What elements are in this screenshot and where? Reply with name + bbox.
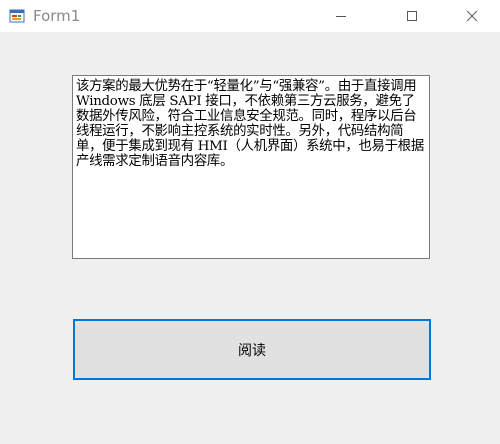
read-button[interactable]: 阅读 <box>73 319 431 380</box>
close-icon <box>466 7 478 26</box>
maximize-button[interactable] <box>389 0 435 32</box>
winforms-app-icon <box>9 8 25 24</box>
minimize-button[interactable] <box>318 0 364 32</box>
textbox-text: 该方案的最大优势在于“轻量化”与“强兼容”。由于直接调用 Windows 底层 … <box>76 79 424 169</box>
close-button[interactable] <box>449 0 495 32</box>
window-title: Form1 <box>33 7 81 25</box>
maximize-icon <box>406 7 418 26</box>
minimize-icon <box>335 7 347 26</box>
multiline-textbox[interactable]: 该方案的最大优势在于“轻量化”与“强兼容”。由于直接调用 Windows 底层 … <box>72 75 430 259</box>
form1-window: Form1 该方案的最大优势在于“轻量化”与“强兼容”。由于直接调用 Windo… <box>0 0 500 444</box>
read-button-label: 阅读 <box>238 343 266 359</box>
title-bar[interactable]: Form1 <box>0 0 500 32</box>
